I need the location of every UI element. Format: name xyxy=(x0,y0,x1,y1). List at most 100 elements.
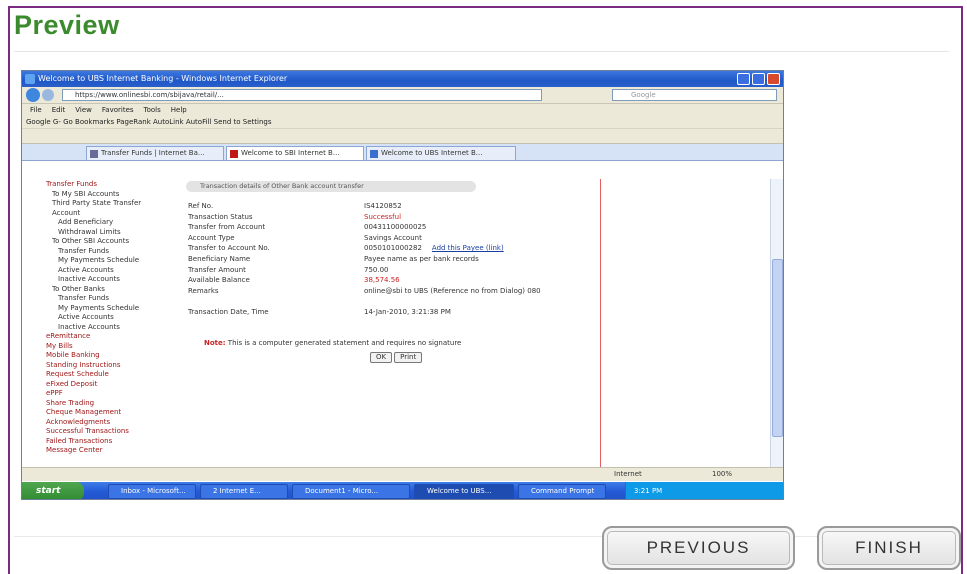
sidebar-link: My Bills xyxy=(46,341,73,350)
title-divider xyxy=(14,51,949,52)
window-controls xyxy=(737,73,780,85)
taskbar-item: Inbox - Microsoft... xyxy=(108,484,196,499)
detail-row: Beneficiary Name Payee name as per bank r… xyxy=(188,254,598,265)
ie-menu-item: Help xyxy=(170,106,187,114)
ie-menu-item: Tools xyxy=(143,106,161,114)
sidebar-link: eRemittance xyxy=(46,332,91,340)
forward-icon xyxy=(42,89,54,101)
minimize-icon xyxy=(737,73,750,85)
ie-icon xyxy=(25,74,35,84)
detail-row: Ref No. IS4120852 xyxy=(188,201,598,212)
sidebar-link: eFixed Deposit xyxy=(46,379,98,388)
detail-row: Transfer to Account No. 0050101000282 Add … xyxy=(188,243,598,254)
sidebar-link: Successful Transactions xyxy=(46,427,129,435)
ie-menu-item: Edit xyxy=(51,106,66,114)
detail-label: Available Balance xyxy=(188,276,250,285)
back-icon xyxy=(26,88,40,102)
ie-tab-bar: Transfer Funds | Internet Ba... Welcome … xyxy=(22,144,783,161)
sidebar-link: To My SBI Accounts xyxy=(52,189,120,198)
detail-value: 750.00 xyxy=(364,265,389,274)
detail-value: 14-Jan-2010, 3:21:38 PM xyxy=(364,307,451,316)
detail-label: Beneficiary Name xyxy=(188,254,251,263)
ok-button: OK xyxy=(370,352,393,363)
ie-status-bar: Internet 100% xyxy=(22,467,783,481)
detail-value: Payee name as per bank records xyxy=(364,254,479,263)
detail-label: Transaction Date, Time xyxy=(188,307,269,316)
zone-indicator: Internet xyxy=(614,470,642,478)
detail-value: IS4120852 xyxy=(364,202,402,210)
detail-value: 00431100000025 xyxy=(364,223,427,232)
sidebar-link: ePPF xyxy=(46,389,63,397)
maximize-icon xyxy=(752,73,765,85)
detail-label: Transfer to Account No. xyxy=(188,244,270,253)
detail-row: Transfer from Account 00431100000025 xyxy=(188,222,598,233)
detail-label: Transfer from Account xyxy=(188,223,266,232)
sidebar-link: To Other SBI Accounts xyxy=(52,237,130,245)
sidebar-link: To Other Banks xyxy=(52,284,105,293)
sidebar-link: My Payments Schedule xyxy=(58,303,140,312)
transaction-details: Ref No. IS4120852 Transaction Status Succes… xyxy=(188,201,598,318)
sidebar-link: Active Accounts xyxy=(58,265,114,274)
address-field: https://www.onlinesbi.com/sbijava/retail… xyxy=(62,89,542,101)
footer-divider xyxy=(14,536,949,537)
taskbar-item: Document1 - Micro... xyxy=(292,484,410,499)
ie-window-title: Welcome to UBS Internet Banking - Window… xyxy=(38,74,288,83)
detail-row: Account Type Savings Account xyxy=(188,233,598,244)
ie-tab: Transfer Funds | Internet Ba... xyxy=(86,146,224,160)
detail-value: online@sbi to UBS (Reference no from Dia… xyxy=(364,286,541,295)
windows-taskbar: start Inbox - Microsoft... 2 Internet E.… xyxy=(22,482,783,499)
print-button: Print xyxy=(394,352,423,363)
sidebar-link: Request Schedule xyxy=(46,370,109,378)
sidebar-link: Add Beneficiary xyxy=(58,218,114,226)
detail-value: 0050101000282 Add this Payee (link) xyxy=(364,244,504,253)
search-field: Google xyxy=(612,89,777,101)
bank-sidebar: Transfer Funds To My SBI Accounts Third Pa… xyxy=(22,179,172,481)
sidebar-link: Transfer Funds xyxy=(46,180,97,188)
sidebar-link: Withdrawal Limits xyxy=(58,227,121,236)
detail-label: Remarks xyxy=(188,286,219,295)
sidebar-link: Transfer Funds xyxy=(58,246,109,255)
sidebar-link: Transfer Funds xyxy=(58,294,109,302)
finish-button[interactable]: FINISH xyxy=(817,526,961,570)
detail-label: Transfer Amount xyxy=(188,265,246,274)
taskbar-item: 2 Internet E... xyxy=(200,484,288,499)
sidebar-link: Cheque Management xyxy=(46,408,122,416)
transaction-panel: Transaction details of Other Bank accoun… xyxy=(182,179,600,481)
google-toolbar: Google G- Go Bookmarks PageRank AutoLink… xyxy=(22,116,783,129)
page-divider xyxy=(600,179,601,481)
ie-menu-item: View xyxy=(75,106,92,114)
taskbar-item: Command Prompt xyxy=(518,484,606,499)
sidebar-link: Standing Instructions xyxy=(46,360,121,369)
ie-menu-item: File xyxy=(30,106,42,114)
preview-screenshot: Welcome to UBS Internet Banking - Window… xyxy=(21,70,784,500)
address-row: https://www.onlinesbi.com/sbijava/retail… xyxy=(22,87,783,104)
detail-row: Remarks online@sbi to UBS (Reference no f… xyxy=(188,286,598,297)
panel-heading: Transaction details of Other Bank accoun… xyxy=(186,181,476,192)
links-toolbar xyxy=(22,129,783,144)
detail-label: Account Type xyxy=(188,233,235,242)
detail-row xyxy=(188,296,598,307)
taskbar-item: Welcome to UBS... xyxy=(414,484,514,499)
detail-value xyxy=(364,296,598,307)
start-button: start xyxy=(22,482,84,499)
bank-page: Transfer Funds To My SBI Accounts Third Pa… xyxy=(22,179,783,481)
detail-value: Savings Account xyxy=(364,233,422,242)
detail-row: Transfer Amount 750.00 xyxy=(188,265,598,276)
detail-label xyxy=(188,296,364,307)
sidebar-link: Acknowledgments xyxy=(46,417,111,426)
sidebar-link: My Payments Schedule xyxy=(58,256,140,264)
sidebar-link: Inactive Accounts xyxy=(58,275,120,283)
previous-button[interactable]: PREVIOUS xyxy=(602,526,795,570)
sidebar-link: Inactive Accounts xyxy=(58,322,120,331)
detail-label: Ref No. xyxy=(188,202,214,210)
zoom-indicator: 100% xyxy=(712,470,733,478)
ie-tab: Welcome to UBS Internet B... xyxy=(366,146,516,160)
ie-scrollbar xyxy=(770,179,783,481)
signature-note: Note: This is a computer generated state… xyxy=(204,339,462,347)
ie-tab-active: Welcome to SBI Internet B... xyxy=(226,146,364,160)
ie-menu-bar: File Edit View Favorites Tools Help xyxy=(22,104,783,116)
detail-row: Transaction Status Successful xyxy=(188,212,598,223)
bank-buttons: OK Print xyxy=(370,352,423,363)
sidebar-link: Mobile Banking xyxy=(46,351,100,359)
sidebar-link: Failed Transactions xyxy=(46,436,113,445)
